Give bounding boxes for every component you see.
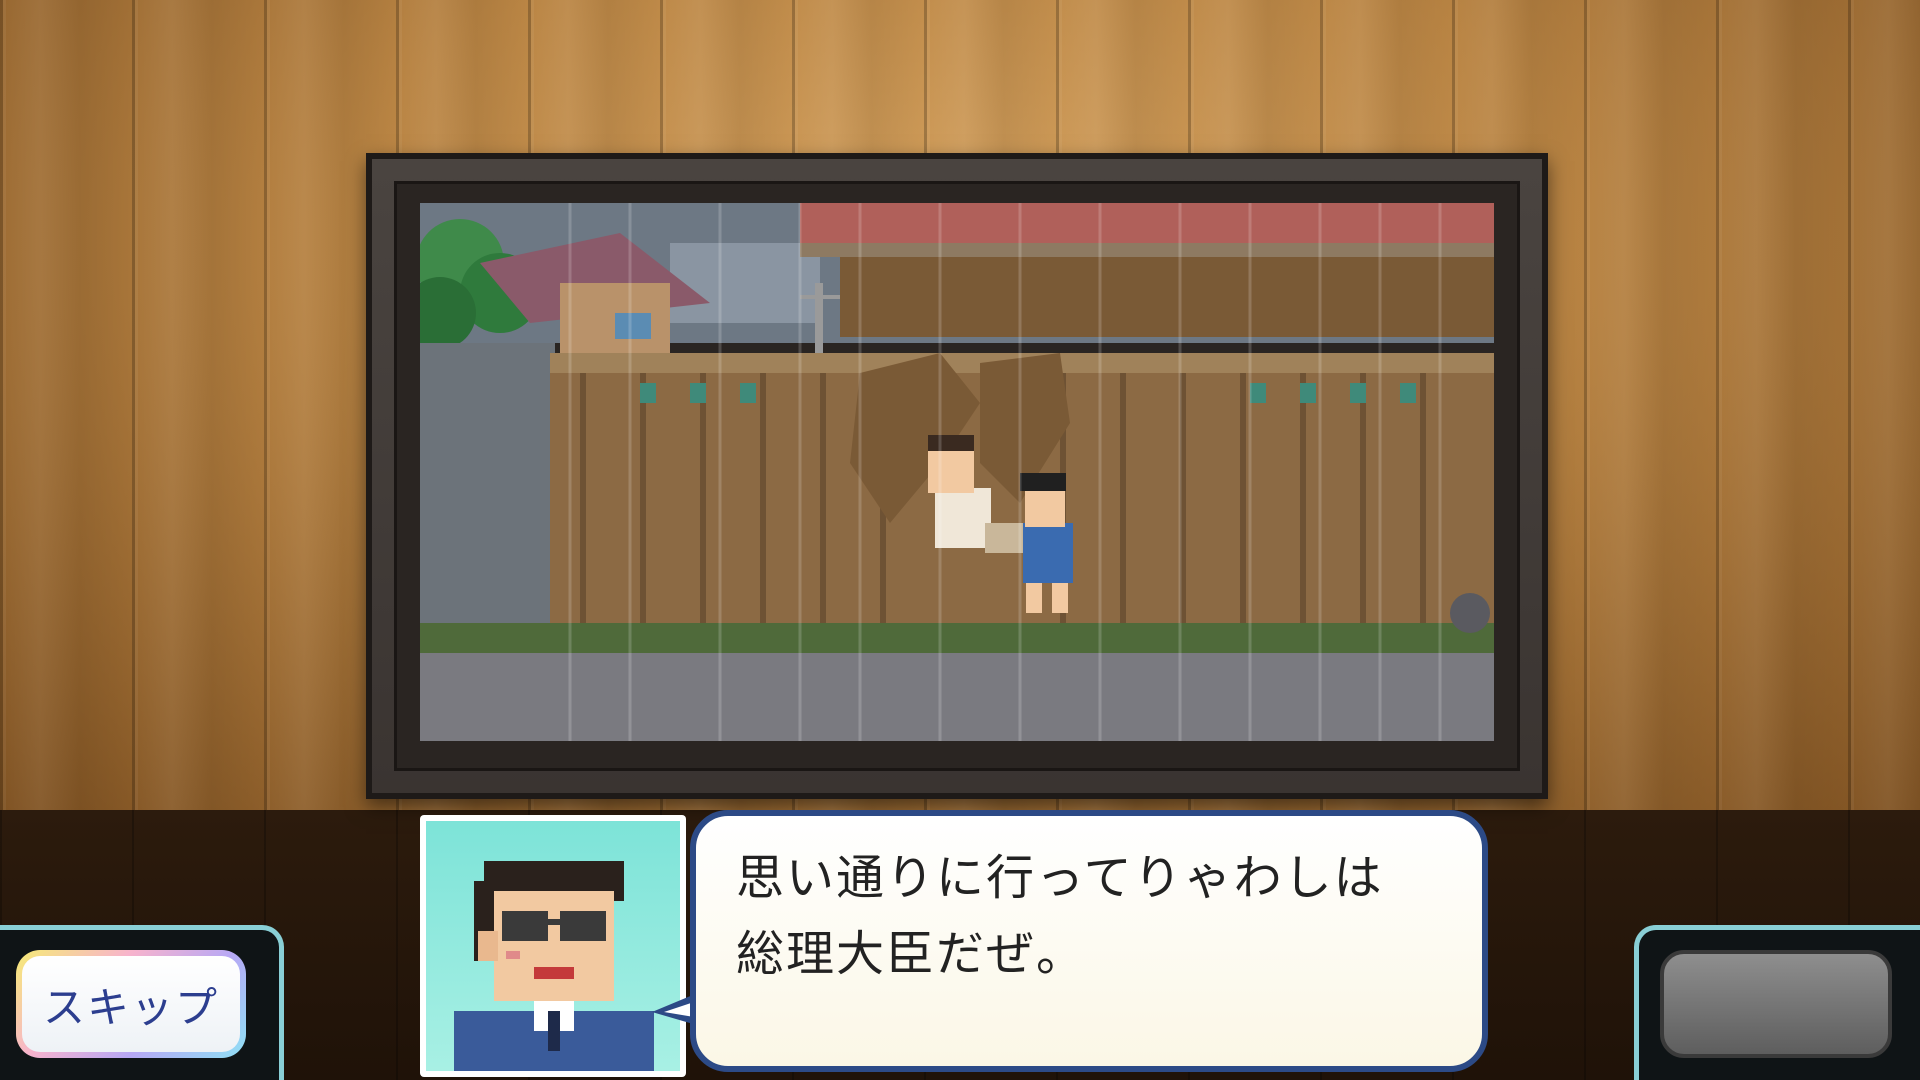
scene-road	[420, 653, 1494, 741]
scene-grass	[420, 623, 1494, 653]
speaker-portrait	[420, 815, 686, 1077]
speaker-face-icon	[454, 861, 654, 1071]
cutscene-screen	[420, 203, 1494, 741]
scene-grey-wall	[420, 343, 555, 643]
skip-button-label: スキップ	[22, 956, 240, 1052]
right-menu-button[interactable]	[1660, 950, 1892, 1058]
scene-cat	[1450, 593, 1490, 633]
speaker-portrait-background	[426, 821, 680, 1071]
game-stage: 思い通りに行ってりゃわしは 総理大臣だぜ。 スキップ	[0, 0, 1920, 1080]
skip-button[interactable]: スキップ	[16, 950, 246, 1058]
scene-roof	[800, 203, 1494, 337]
speech-bubble[interactable]: 思い通りに行ってりゃわしは 総理大臣だぜ。	[690, 810, 1488, 1072]
dialogue-text: 思い通りに行ってりゃわしは 総理大臣だぜ。	[736, 850, 1384, 982]
